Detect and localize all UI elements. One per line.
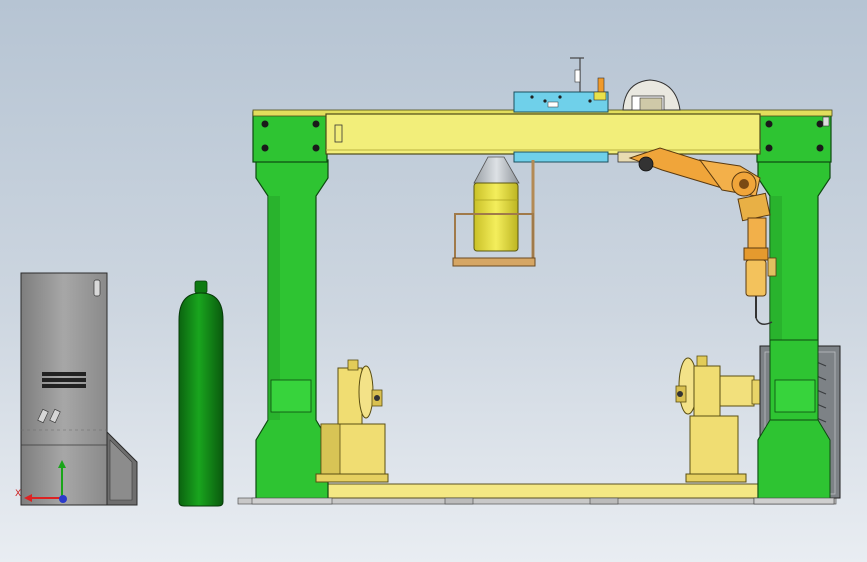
cabinet-vent-grille bbox=[42, 372, 86, 388]
gantry-top-beam bbox=[252, 109, 833, 155]
axis-x-label: X bbox=[15, 489, 21, 499]
wire-spool bbox=[622, 79, 681, 111]
welding-robot-arm bbox=[617, 147, 777, 325]
cabinet-handle bbox=[93, 279, 101, 297]
gantry-left-column bbox=[251, 111, 333, 505]
gas-cylinder bbox=[178, 280, 224, 507]
positioner-left bbox=[315, 359, 389, 483]
positioner-right bbox=[675, 355, 763, 483]
wire-drum-assembly bbox=[452, 156, 536, 267]
welding-workcell-cad-view: X bbox=[15, 57, 841, 507]
control-cabinet bbox=[20, 272, 138, 506]
